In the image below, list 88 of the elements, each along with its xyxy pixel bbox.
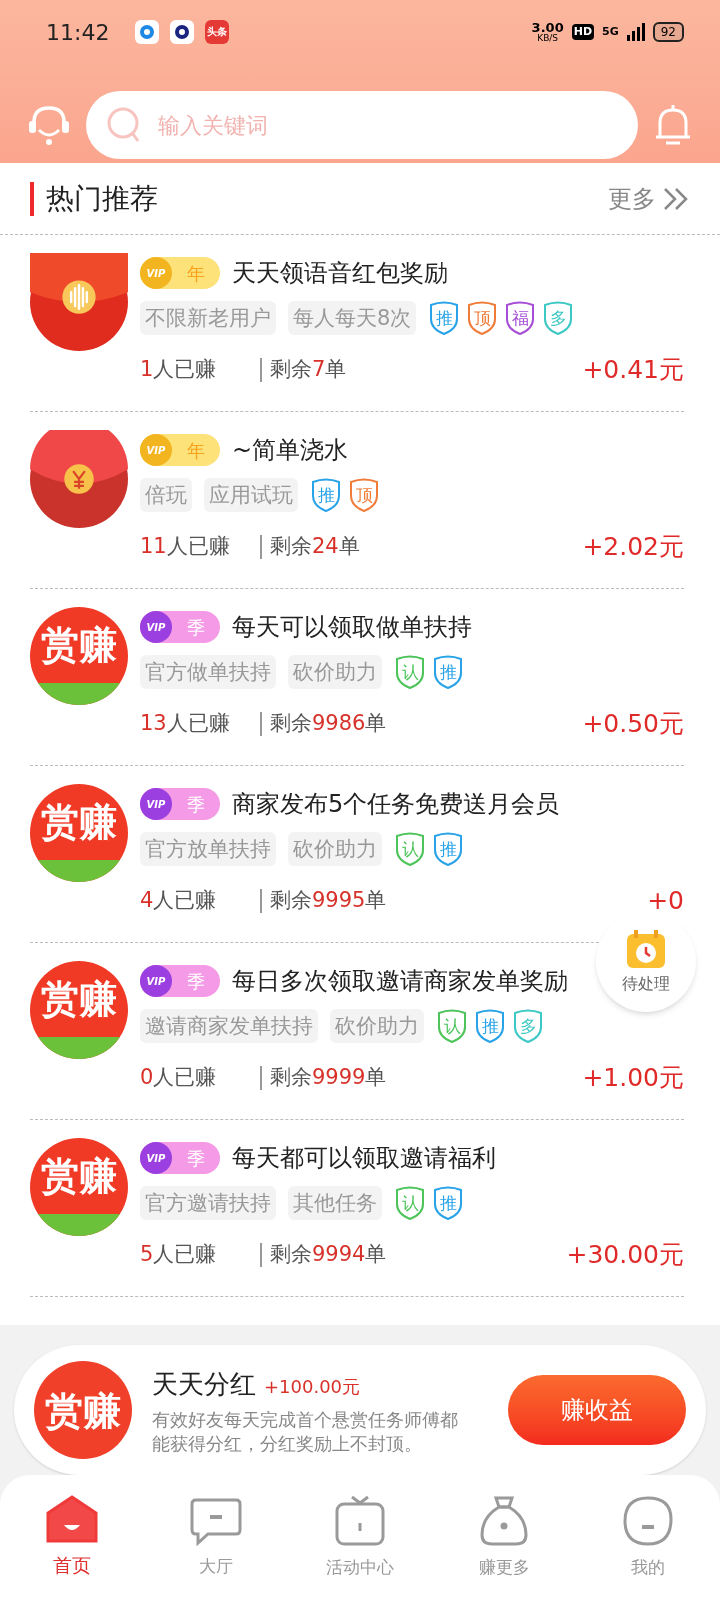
- tag-shield-badge: 认: [436, 1009, 468, 1044]
- remaining-count: 剩余9995单: [270, 887, 387, 915]
- status-time: 11:42: [46, 18, 110, 47]
- search-icon: [106, 106, 142, 144]
- logo-text: 赏赚: [41, 1157, 117, 1196]
- logo-text: 赏赚: [41, 980, 117, 1019]
- money-bag-icon: [478, 1494, 530, 1547]
- voice-envelope-icon: [30, 253, 128, 352]
- reward-amount: +0.41元: [582, 354, 684, 387]
- profile-face-icon: [622, 1494, 674, 1547]
- battery-indicator: 92: [652, 22, 684, 42]
- remaining-count: 剩余9994单: [270, 1241, 387, 1269]
- network-type: 5G: [602, 23, 619, 40]
- task-tag: 砍价助力: [288, 655, 382, 690]
- task-title[interactable]: 每天都可以领取邀请福利: [232, 1140, 496, 1177]
- earned-count: 13人已赚: [140, 710, 231, 738]
- tag-shield-badge: 认: [394, 832, 426, 867]
- task-tag: 砍价助力: [330, 1009, 424, 1044]
- tag-shield-badge: 推: [432, 832, 464, 867]
- task-tag: 官方做单扶持: [140, 655, 276, 690]
- logo-text: 赏赚: [41, 803, 117, 842]
- tag-shield-badge: 顶: [348, 478, 380, 513]
- task-tag: 应用试玩: [204, 478, 298, 513]
- search-input[interactable]: 输入关键词: [158, 108, 618, 142]
- task-tag: 每人每天8次: [288, 301, 417, 336]
- reward-amount: +1.00元: [582, 1062, 684, 1095]
- logo-text: 赏赚: [41, 626, 117, 665]
- task-title[interactable]: 每天可以领取做单扶持: [232, 609, 472, 646]
- net-speed: 3.00: [531, 21, 564, 34]
- vip-badge: VIP 年: [140, 434, 220, 467]
- app-notification-icon: 头条: [205, 20, 230, 44]
- task-title[interactable]: 每日多次领取邀请商家发单奖励: [232, 963, 568, 1000]
- search-field[interactable]: 输入关键词: [86, 91, 638, 159]
- tag-shield-badge: 多: [542, 301, 575, 336]
- tag-shield-badge: 福: [504, 301, 537, 336]
- task-tag: 官方放单扶持: [140, 832, 276, 867]
- task-tag: 倍玩: [140, 478, 192, 513]
- earned-count: 1人已赚: [140, 356, 218, 384]
- tag-shield-badge: 认: [394, 1186, 426, 1221]
- tag-shield-badge: 认: [394, 655, 426, 690]
- more-link[interactable]: 更多: [608, 180, 690, 217]
- gift-box-icon: [334, 1494, 386, 1547]
- task-tag: 官方邀请扶持: [140, 1186, 276, 1221]
- promo-description: 有效好友每天完成首个悬赏任务师傅都能获得分红，分红奖励上不封顶。: [152, 1407, 459, 1456]
- vip-badge: VIP 季: [140, 1142, 220, 1175]
- remaining-count: 剩余24单: [270, 533, 360, 561]
- money-envelope-icon: [30, 430, 128, 529]
- vip-badge: VIP 季: [140, 788, 220, 821]
- tag-shield-badge: 推: [432, 1186, 464, 1221]
- remaining-count: 剩余7单: [270, 356, 347, 384]
- task-tag: 邀请商家发单扶持: [140, 1009, 318, 1044]
- task-tag: 砍价助力: [288, 832, 382, 867]
- task-tag: 不限新老用户: [140, 301, 276, 336]
- tag-shield-badge: 推: [474, 1009, 506, 1044]
- vip-badge: VIP 季: [140, 965, 220, 998]
- tag-shield-badge: 推: [428, 301, 461, 336]
- app-notification-icon: [135, 20, 160, 44]
- app-notification-icon: [170, 20, 195, 44]
- nav-tab[interactable]: 首页: [0, 1495, 144, 1580]
- task-title[interactable]: ~简单浇水: [232, 432, 349, 469]
- net-speed-unit: KB/S: [537, 34, 559, 43]
- signal-icon: [626, 23, 645, 41]
- task-title[interactable]: 天天领语音红包奖励: [232, 255, 448, 292]
- section-title: 热门推荐: [46, 180, 158, 217]
- tag-shield-badge: 多: [512, 1009, 544, 1044]
- hd-badge: HD: [571, 23, 595, 41]
- remaining-count: 剩余9999单: [270, 1064, 387, 1092]
- earned-count: 11人已赚: [140, 533, 231, 561]
- reward-amount: +30.00元: [566, 1239, 684, 1272]
- reward-amount: +0.50元: [582, 708, 684, 741]
- tag-shield-badge: 推: [310, 478, 342, 513]
- task-tag: 其他任务: [288, 1186, 382, 1221]
- task-title[interactable]: 商家发布5个任务免费送月会员: [232, 786, 560, 823]
- home-icon: [46, 1495, 98, 1544]
- reward-amount: +2.02元: [582, 531, 684, 564]
- earn-button[interactable]: 赚收益: [508, 1375, 686, 1445]
- earned-count: 0人已赚: [140, 1064, 218, 1092]
- promo-title: 天天分红: [152, 1367, 256, 1401]
- earned-count: 5人已赚: [140, 1241, 218, 1269]
- earned-count: 4人已赚: [140, 887, 218, 915]
- logo-text: 赏赚: [45, 1386, 121, 1435]
- vip-badge: VIP 季: [140, 611, 220, 644]
- remaining-count: 剩余9986单: [270, 710, 387, 738]
- promo-amount: +100.00元: [264, 1374, 361, 1399]
- double-chevron-icon: [662, 186, 690, 211]
- vip-badge: VIP 年: [140, 257, 220, 290]
- tag-shield-badge: 顶: [466, 301, 499, 336]
- tag-shield-badge: 推: [432, 655, 464, 690]
